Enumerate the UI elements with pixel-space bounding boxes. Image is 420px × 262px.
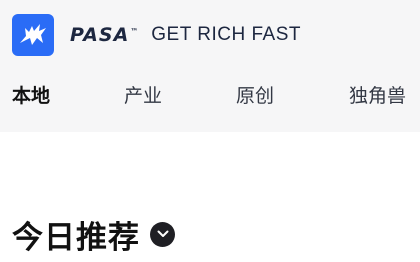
trademark-symbol: ™ [130, 26, 140, 36]
nav-item-unicorn[interactable]: 独角兽 [349, 78, 406, 114]
section-title: 今日推荐 [12, 219, 140, 256]
section-header: 今日推荐 [12, 212, 175, 256]
brand-slogan: GET RICH FAST [151, 24, 302, 45]
channel-nav: 本地 产业 原创 独角兽 [0, 78, 420, 114]
bull-icon [12, 14, 54, 56]
nav-item-local[interactable]: 本地 [12, 78, 50, 114]
nav-item-industry[interactable]: 产业 [124, 78, 162, 114]
chevron-down-icon[interactable] [150, 221, 175, 247]
brand-bar[interactable]: PASA™ GET RICH FAST [12, 14, 301, 56]
top-header: PASA™ GET RICH FAST 本地 产业 原创 独角兽 [0, 0, 420, 132]
nav-item-original[interactable]: 原创 [236, 78, 274, 114]
brand-wordmark: PASA™ [70, 24, 140, 46]
